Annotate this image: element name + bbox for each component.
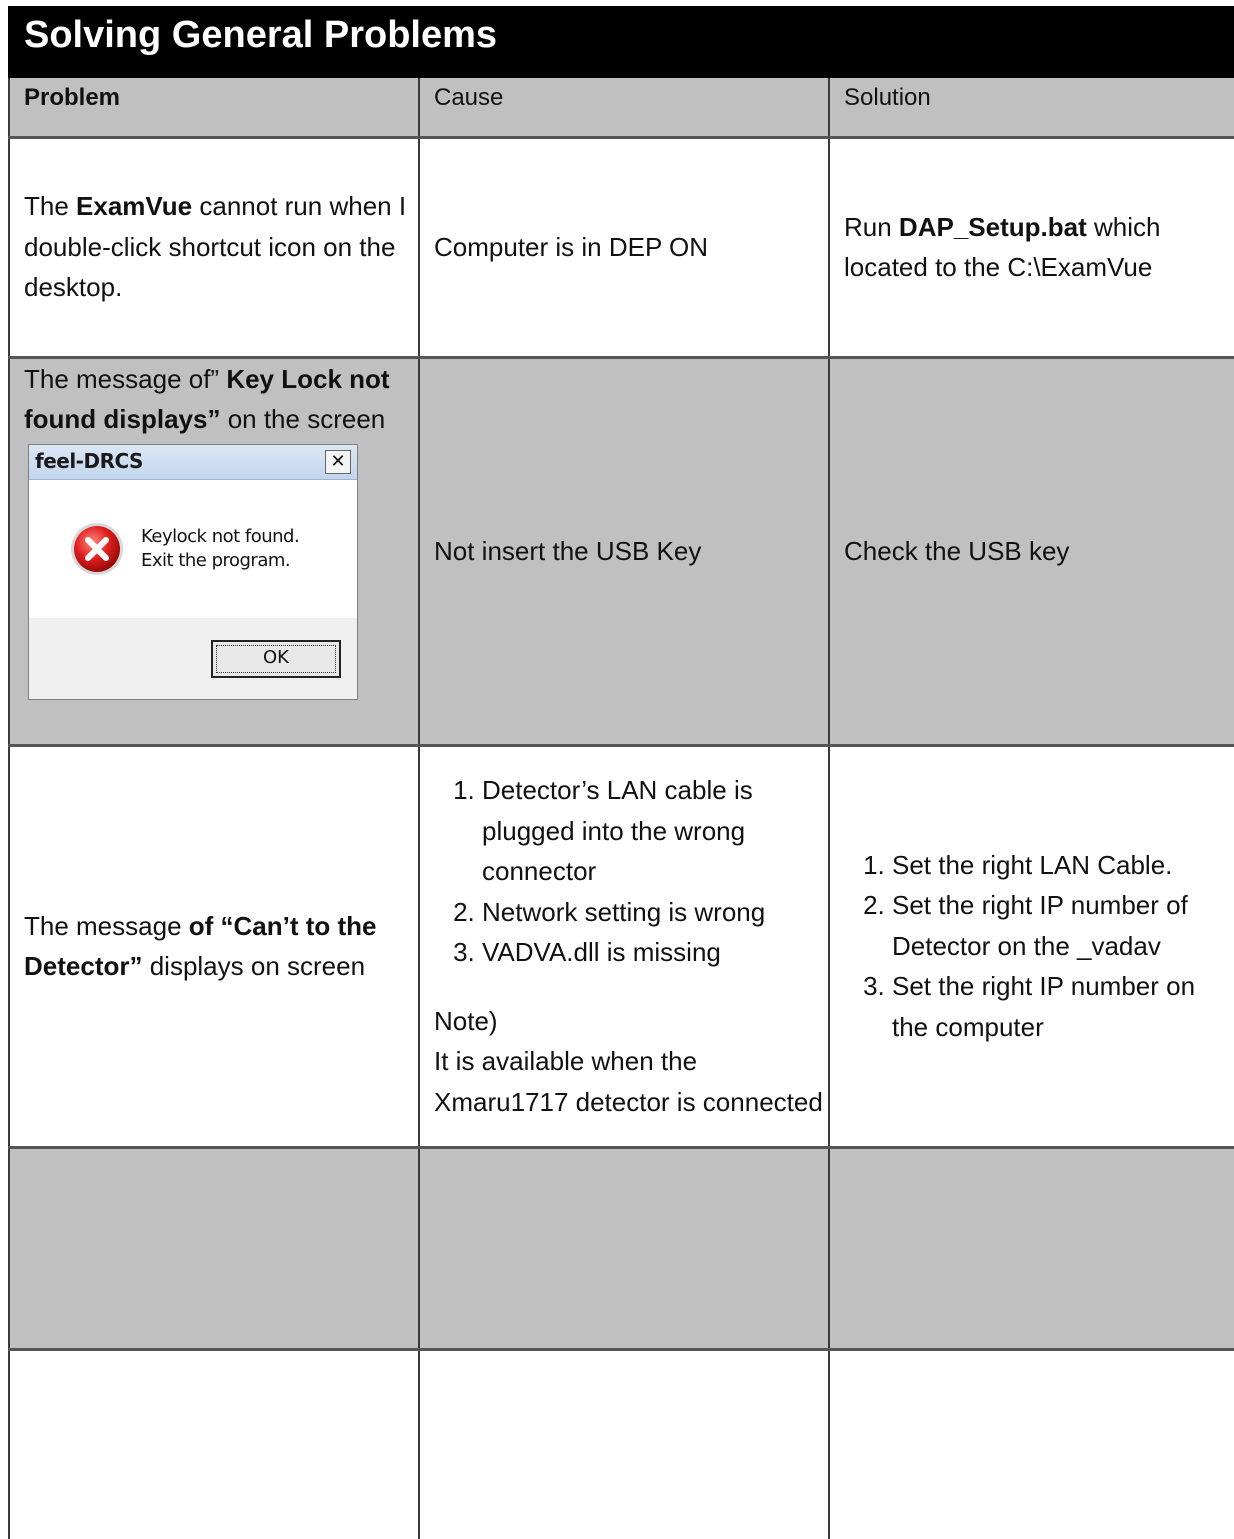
dialog-title: feel-DRCS <box>35 449 143 474</box>
solution-list: Set the right LAN Cable. Set the right I… <box>844 845 1234 1048</box>
ok-button[interactable]: OK <box>211 639 341 678</box>
error-icon <box>71 522 123 575</box>
dialog-titlebar: feel-DRCS ✕ <box>29 444 357 480</box>
dialog-message-line: Exit the program. <box>141 549 291 571</box>
close-icon[interactable]: ✕ <box>325 449 351 474</box>
empty-cell <box>828 1147 1234 1351</box>
table-header-row: Problem Cause Solution <box>8 78 1234 139</box>
header-problem: Problem <box>8 78 419 139</box>
table-row: The message of” Key Lock not found displ… <box>8 357 1234 747</box>
header-solution: Solution <box>828 78 1234 139</box>
problem-text: The message of” Key Lock not found displ… <box>24 359 418 440</box>
problem-text-post: on the screen <box>220 404 386 434</box>
solution-cell: Set the right LAN Cable. Set the right I… <box>828 745 1234 1149</box>
note-text: It is available when the Xmaru1717 detec… <box>434 1046 823 1117</box>
dialog-message: Keylock not found. Exit the program. <box>141 525 300 573</box>
list-item: VADVA.dll is missing <box>482 932 828 973</box>
note-label: Note) <box>434 1005 498 1036</box>
empty-cell <box>828 1349 1234 1539</box>
dialog-body: Keylock not found. Exit the program. <box>29 479 357 618</box>
empty-cell <box>418 1349 829 1539</box>
problem-cell: The message of” Key Lock not found displ… <box>8 357 419 747</box>
list-item: Detector’s LAN cable is plugged into the… <box>482 770 828 892</box>
problem-text-bold: ExamVue <box>76 191 193 222</box>
section-title: Solving General Problems <box>8 6 1234 78</box>
empty-cell <box>418 1147 829 1351</box>
table-row-empty <box>8 1147 1234 1351</box>
dialog-footer: OK <box>29 618 357 700</box>
document-page: Solving General Problems Problem Cause S… <box>8 6 1234 1539</box>
list-item: Set the right IP number of Detector on t… <box>892 885 1234 966</box>
empty-cell <box>8 1349 419 1539</box>
problem-text-pre: The message <box>24 910 189 941</box>
problem-text-post: displays on screen <box>142 951 366 981</box>
solution-text-pre: Run <box>844 211 899 242</box>
solution-cell: Run DAP_Setup.bat which located to the C… <box>828 137 1234 359</box>
list-item: Network setting is wrong <box>482 892 828 933</box>
keylock-error-dialog: feel-DRCS ✕ Keylock not found. Exit the … <box>28 443 358 700</box>
problem-text-pre: The message of” <box>24 363 227 394</box>
problem-cell: The ExamVue cannot run when I double-cli… <box>8 137 419 359</box>
solution-text-bold: DAP_Setup.bat <box>898 211 1087 242</box>
table-row-empty <box>8 1349 1234 1539</box>
cause-cell: Computer is in DEP ON <box>418 137 829 359</box>
dialog-message-line: Keylock not found. <box>141 525 300 547</box>
cause-cell: Not insert the USB Key <box>418 357 829 747</box>
problem-cell: The message of “Can’t to the Detector” d… <box>8 745 419 1149</box>
troubleshooting-table: Problem Cause Solution The ExamVue canno… <box>8 78 1234 1539</box>
header-cause: Cause <box>418 78 829 139</box>
table-row: The ExamVue cannot run when I double-cli… <box>8 137 1234 359</box>
cause-cell: Detector’s LAN cable is plugged into the… <box>418 745 829 1149</box>
list-item: Set the right LAN Cable. <box>892 845 1234 886</box>
problem-text-pre: The <box>24 191 77 222</box>
table-row: The message of “Can’t to the Detector” d… <box>8 745 1234 1149</box>
cause-list: Detector’s LAN cable is plugged into the… <box>434 770 828 973</box>
empty-cell <box>8 1147 419 1351</box>
solution-cell: Check the USB key <box>828 357 1234 747</box>
list-item: Set the right IP number on the computer <box>892 966 1234 1047</box>
